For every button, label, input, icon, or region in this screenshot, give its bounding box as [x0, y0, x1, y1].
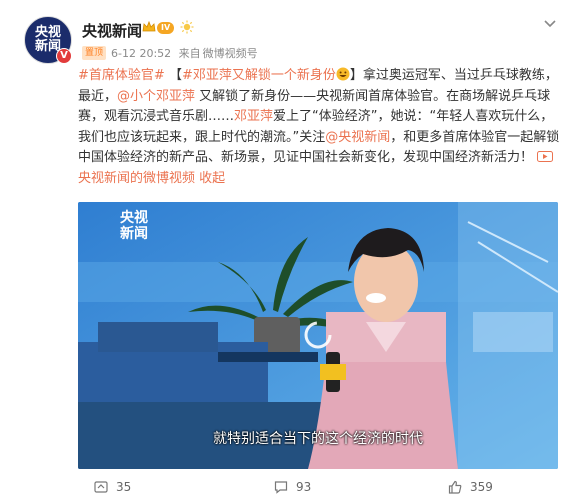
mention-link-deng-yaping[interactable]: @小个邓亚萍 — [117, 89, 195, 104]
chevron-down-icon[interactable] — [543, 18, 557, 30]
watermark-line1: 央视 — [120, 210, 148, 226]
mention-link-cctv-news[interactable]: @央视新闻 — [325, 130, 390, 145]
crown-icon — [142, 20, 156, 32]
repost-button[interactable]: 35 — [94, 480, 131, 494]
post-text: #首席体验官# 【#邓亚萍又解锁一个新身份 】拿过奥运冠军、当过乒乓球教练，最近，… — [78, 66, 560, 189]
grin-emoji-icon — [336, 67, 350, 81]
source-prefix: 来自 — [178, 47, 201, 60]
verified-icon: V — [56, 48, 72, 64]
post-time[interactable]: 6-12 20:52 — [111, 47, 171, 60]
avatar-text-line1: 央视 — [34, 25, 61, 40]
comment-icon — [274, 481, 288, 494]
repost-count: 35 — [116, 480, 132, 494]
weibo-post: 央视 新闻 V 央视新闻 IV 置顶 6-12 20:52 来自 微博视频号 #首… — [0, 0, 572, 500]
video-source-link[interactable]: 央视新闻的微博视频 — [78, 171, 195, 186]
video-player[interactable]: 央视 新闻 就特别适合当下的这个经济的时代 — [78, 202, 558, 469]
collapse-link[interactable]: 收起 — [199, 171, 225, 186]
level-badge: IV — [157, 22, 175, 34]
comment-button[interactable]: 93 — [274, 480, 311, 494]
username[interactable]: 央视新闻 — [82, 20, 142, 41]
post-source[interactable]: 微博视频号 — [203, 47, 258, 60]
topic-link-experience-officer[interactable]: #首席体验官# — [78, 68, 165, 83]
topic-link-deng-yaping[interactable]: #邓亚萍又解锁一个新身份 — [182, 68, 336, 83]
video-subtitle: 就特别适合当下的这个经济的时代 — [213, 431, 423, 447]
video-watermark-logo: 央视 新闻 — [120, 210, 148, 242]
watermark-line2: 新闻 — [120, 226, 148, 242]
pinned-badge: 置顶 — [82, 46, 107, 60]
sun-icon — [180, 20, 194, 34]
video-icon — [537, 151, 554, 162]
bracket-open: 【 — [168, 68, 182, 83]
like-count: 359 — [470, 480, 493, 494]
action-bar: 35 93 359 — [0, 476, 572, 500]
like-button[interactable]: 359 — [448, 480, 493, 494]
repost-icon — [94, 481, 108, 493]
post-meta: 6-12 20:52 来自 微博视频号 — [111, 45, 262, 61]
comment-count: 93 — [296, 480, 312, 494]
highlight-keyword: 邓亚萍 — [234, 109, 274, 124]
thumbs-up-icon — [448, 480, 462, 494]
